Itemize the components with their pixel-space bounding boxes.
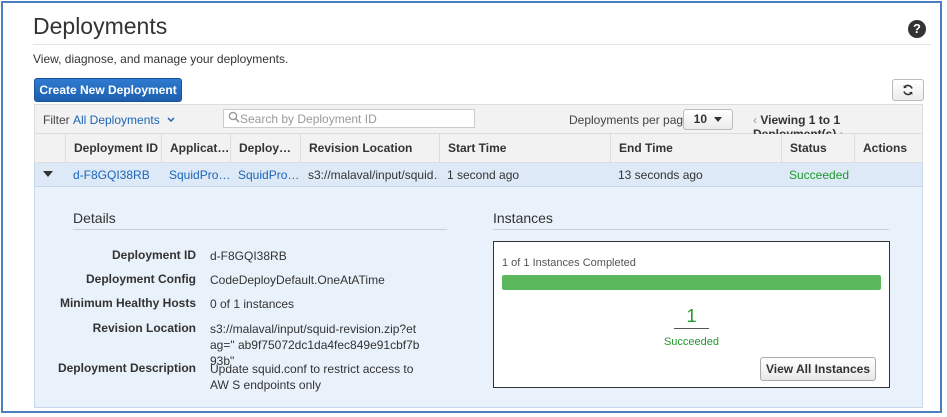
detail-label: Deployment ID — [111, 248, 196, 262]
row-deployment-group-link[interactable]: SquidPro… — [230, 163, 300, 187]
window-frame: Deployments ? View, diagnose, and manage… — [1, 1, 942, 413]
chevron-down-icon — [167, 117, 175, 123]
help-icon[interactable]: ? — [908, 20, 926, 38]
view-all-instances-button[interactable]: View All Instances — [760, 357, 876, 381]
caret-down-icon — [714, 117, 723, 122]
filter-label: Filter — [43, 113, 70, 127]
detail-label: Minimum Healthy Hosts — [59, 296, 196, 310]
per-page-value: 10 — [693, 112, 707, 126]
page-title: Deployments — [33, 13, 168, 39]
row-deployment-id-link[interactable]: d-F8GQI38RB — [65, 163, 161, 187]
instances-progress-fill — [502, 275, 881, 290]
column-application[interactable]: Applicat… — [161, 134, 230, 162]
filter-dropdown-value: All Deployments — [73, 113, 160, 127]
details-labels: Deployment ID Deployment Config Minimum … — [35, 247, 196, 397]
detail-value-description: Update squid.conf to restrict access to … — [210, 362, 414, 392]
deployment-detail-panel: Details Deployment ID Deployment Config … — [34, 187, 923, 408]
search-icon — [228, 111, 240, 123]
column-status[interactable]: Status — [781, 134, 854, 162]
row-status: Succeeded — [789, 168, 850, 182]
detail-label: Deployment Config — [86, 272, 196, 286]
page-subtitle: View, diagnose, and manage your deployme… — [33, 52, 289, 66]
filter-bar: Filter All Deployments Deployments per p… — [34, 104, 923, 141]
detail-value-deployment-id: d-F8GQI38RB — [210, 249, 287, 263]
detail-label: Deployment Description — [57, 361, 196, 375]
prev-page-icon[interactable]: ‹ — [753, 113, 757, 127]
refresh-icon — [903, 84, 913, 96]
row-revision-location: s3://malaval/input/squid… — [308, 168, 439, 182]
detail-value-deployment-config-link[interactable]: CodeDeployDefault.OneAtATime — [210, 272, 385, 288]
refresh-button[interactable] — [892, 79, 924, 101]
per-page-dropdown[interactable]: 10 — [683, 109, 733, 130]
succeeded-label: Succeeded — [663, 336, 720, 348]
table-header: Deployment ID Applicat… Deploy… Revision… — [34, 134, 923, 163]
succeeded-count-link[interactable]: 1 — [494, 306, 889, 327]
filter-dropdown[interactable]: All Deployments — [73, 113, 175, 127]
per-page-label: Deployments per page — [569, 113, 690, 127]
caret-down-icon — [43, 171, 53, 177]
create-deployment-button[interactable]: Create New Deployment — [34, 78, 182, 102]
instances-summary-box: 1 of 1 Instances Completed 1 Succeeded V… — [493, 241, 890, 388]
column-expand — [35, 134, 65, 162]
row-application-link[interactable]: SquidPro… — [161, 163, 230, 187]
details-divider — [73, 229, 447, 230]
row-expand-toggle[interactable] — [35, 163, 65, 187]
search-input[interactable] — [223, 109, 475, 128]
count-divider — [674, 328, 709, 329]
column-end-time[interactable]: End Time — [610, 134, 781, 162]
title-divider — [33, 44, 931, 45]
column-deployment-group[interactable]: Deploy… — [230, 134, 300, 162]
details-title: Details — [73, 210, 116, 226]
row-start-time: 1 second ago — [447, 168, 520, 182]
instances-title: Instances — [493, 210, 553, 226]
table-row[interactable]: d-F8GQI38RB SquidPro… SquidPro… s3://mal… — [34, 163, 923, 187]
row-end-time: 13 seconds ago — [618, 168, 703, 182]
detail-value-min-healthy-hosts: 0 of 1 instances — [210, 297, 295, 311]
row-actions[interactable] — [854, 163, 922, 187]
detail-label: Revision Location — [92, 321, 196, 335]
column-deployment-id[interactable]: Deployment ID — [65, 134, 161, 162]
instances-progress-bar — [502, 275, 881, 290]
instances-completed-text: 1 of 1 Instances Completed — [502, 257, 636, 269]
instances-divider — [493, 229, 889, 230]
column-start-time[interactable]: Start Time — [439, 134, 610, 162]
column-revision-location[interactable]: Revision Location — [300, 134, 439, 162]
column-actions: Actions — [854, 134, 922, 162]
